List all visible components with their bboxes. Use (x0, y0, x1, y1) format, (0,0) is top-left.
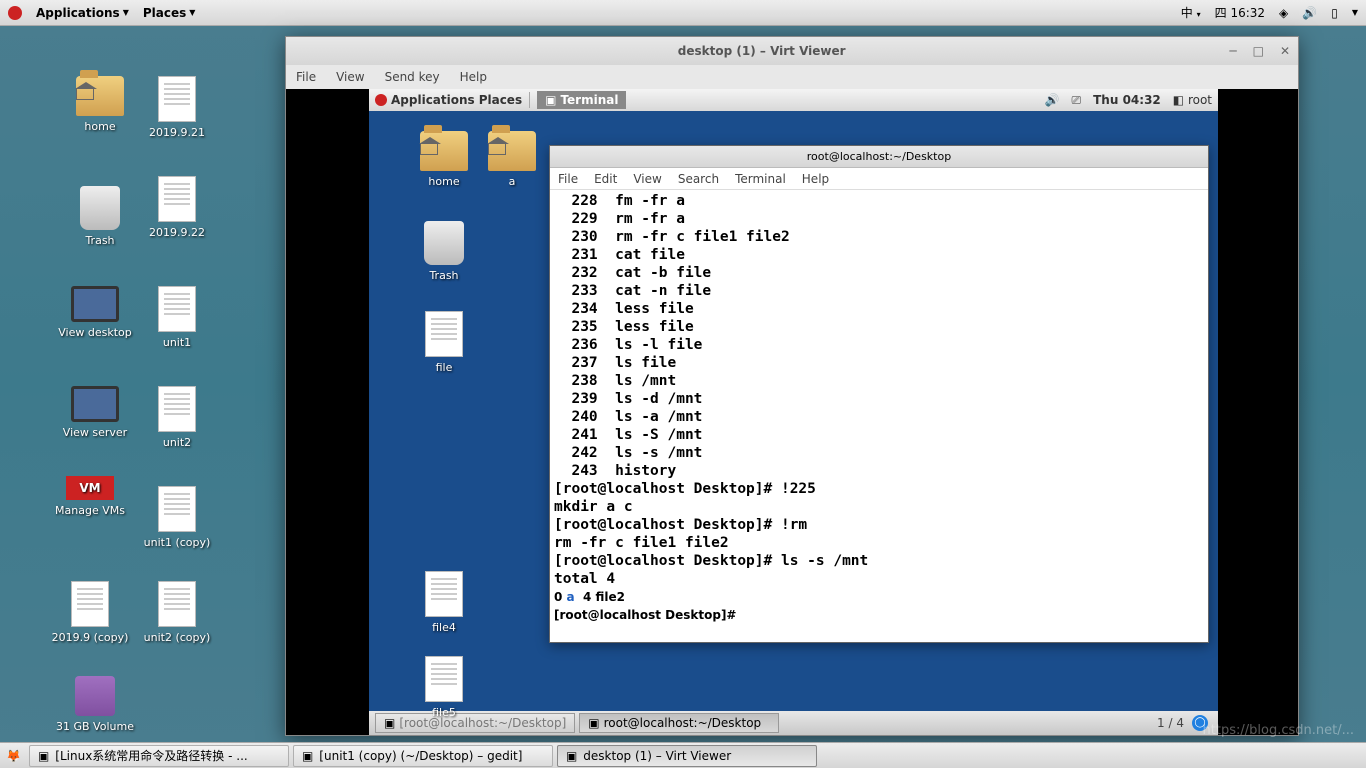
host-top-panel: Applications▼ Places▼ 中 ▾ 四 16:32 ◈ 🔊 ▯ … (0, 0, 1366, 26)
taskbar-button[interactable]: ▣[unit1 (copy) (~/Desktop) – gedit] (293, 745, 553, 767)
desktop-icon[interactable]: VMManage VMs (45, 476, 135, 517)
desktop-icon[interactable]: View server (50, 386, 140, 439)
maximize-button[interactable]: □ (1253, 44, 1264, 58)
guest-active-app-tab[interactable]: ▣ Terminal (537, 91, 626, 109)
terminal-menu-bar: File Edit View Search Terminal Help (550, 168, 1208, 190)
window-title: desktop (1) – Virt Viewer (678, 44, 846, 58)
terminal-window: root@localhost:~/Desktop File Edit View Sea… (549, 145, 1209, 643)
volume-icon[interactable]: 🔊 (1302, 6, 1317, 20)
virt-menu-item[interactable]: Help (460, 70, 487, 84)
workspace-pager[interactable]: 1 / 4 (1157, 716, 1184, 730)
distro-icon (8, 6, 22, 20)
terminal-menu-item[interactable]: Edit (594, 172, 617, 186)
applications-menu[interactable]: Applications▼ (36, 6, 129, 20)
terminal-body[interactable]: 228 fm -fr a 229 rm -fr a 230 rm -fr c f… (550, 190, 1208, 642)
network-icon[interactable]: ◈ (1279, 6, 1288, 20)
guest-places-menu[interactable]: Places (479, 93, 522, 107)
terminal-menu-item[interactable]: View (633, 172, 661, 186)
virt-menu-bar: File View Send key Help (286, 65, 1298, 89)
guest-screen: Applications Places ▣ Terminal 🔊 ⎚ Thu 0… (369, 89, 1218, 735)
guest-apps-menu[interactable]: Applications (391, 93, 475, 107)
minimize-button[interactable]: ─ (1229, 44, 1236, 58)
guest-desktop-icon[interactable]: a (477, 131, 547, 188)
guest-volume-icon[interactable]: 🔊 (1045, 93, 1060, 107)
guest-desktop-icon[interactable]: home (409, 131, 479, 188)
guest-clock[interactable]: Thu 04:32 (1093, 93, 1161, 107)
window-titlebar[interactable]: desktop (1) – Virt Viewer ─ □ ✕ (286, 37, 1298, 65)
places-menu[interactable]: Places▼ (143, 6, 196, 20)
desktop-icon[interactable]: unit1 (132, 286, 222, 349)
virt-menu-item[interactable]: View (336, 70, 364, 84)
virt-menu-item[interactable]: Send key (385, 70, 440, 84)
battery-icon[interactable]: ▯ (1331, 6, 1338, 20)
terminal-menu-item[interactable]: File (558, 172, 578, 186)
terminal-menu-item[interactable]: Terminal (735, 172, 786, 186)
desktop-icon[interactable]: View desktop (50, 286, 140, 339)
guest-desktop[interactable]: root@localhost:~/Desktop File Edit View Sea… (369, 111, 1218, 711)
terminal-title[interactable]: root@localhost:~/Desktop (550, 146, 1208, 168)
guest-top-panel: Applications Places ▣ Terminal 🔊 ⎚ Thu 0… (369, 89, 1218, 111)
guest-taskbar-button[interactable]: ▣root@localhost:~/Desktop (579, 713, 779, 733)
terminal-menu-item[interactable]: Help (802, 172, 829, 186)
host-bottom-panel: 🦊▣[Linux系统常用命令及路径转换 - ...▣[unit1 (copy) … (0, 742, 1366, 768)
desktop-icon[interactable]: 2019.9 (copy) (45, 581, 135, 644)
guest-distro-icon (375, 94, 387, 106)
desktop-icon[interactable]: unit1 (copy) (132, 486, 222, 549)
guest-desktop-icon[interactable]: Trash (409, 221, 479, 282)
virt-display[interactable]: Applications Places ▣ Terminal 🔊 ⎚ Thu 0… (286, 89, 1298, 735)
desktop-icon[interactable]: 2019.9.21 (132, 76, 222, 139)
ime-indicator[interactable]: 中 ▾ (1181, 4, 1201, 21)
workspace-switcher-icon[interactable]: ◯ (1192, 715, 1208, 731)
firefox-launcher[interactable]: 🦊 (0, 749, 27, 763)
guest-accessibility-icon[interactable]: ⎚ (1072, 93, 1082, 108)
desktop-icon[interactable]: unit2 (copy) (132, 581, 222, 644)
user-menu-icon[interactable]: ▼ (1352, 8, 1358, 17)
virt-viewer-window: desktop (1) – Virt Viewer ─ □ ✕ File View… (285, 36, 1299, 736)
close-button[interactable]: ✕ (1280, 44, 1290, 58)
terminal-menu-item[interactable]: Search (678, 172, 719, 186)
guest-desktop-icon[interactable]: file (409, 311, 479, 374)
taskbar-button[interactable]: ▣desktop (1) – Virt Viewer (557, 745, 817, 767)
taskbar-button[interactable]: ▣[Linux系统常用命令及路径转换 - ... (29, 745, 289, 767)
desktop-icon[interactable]: unit2 (132, 386, 222, 449)
guest-bottom-panel: ▣[root@localhost:~/Desktop]▣root@localho… (369, 711, 1218, 735)
virt-menu-item[interactable]: File (296, 70, 316, 84)
guest-user-menu[interactable]: ◧ root (1173, 93, 1212, 107)
desktop-icon[interactable]: 2019.9.22 (132, 176, 222, 239)
clock[interactable]: 四 16:32 (1215, 4, 1265, 21)
guest-desktop-icon[interactable]: file4 (409, 571, 479, 634)
desktop-icon[interactable]: 31 GB Volume (50, 676, 140, 733)
guest-desktop-icon[interactable]: file5 (409, 656, 479, 719)
